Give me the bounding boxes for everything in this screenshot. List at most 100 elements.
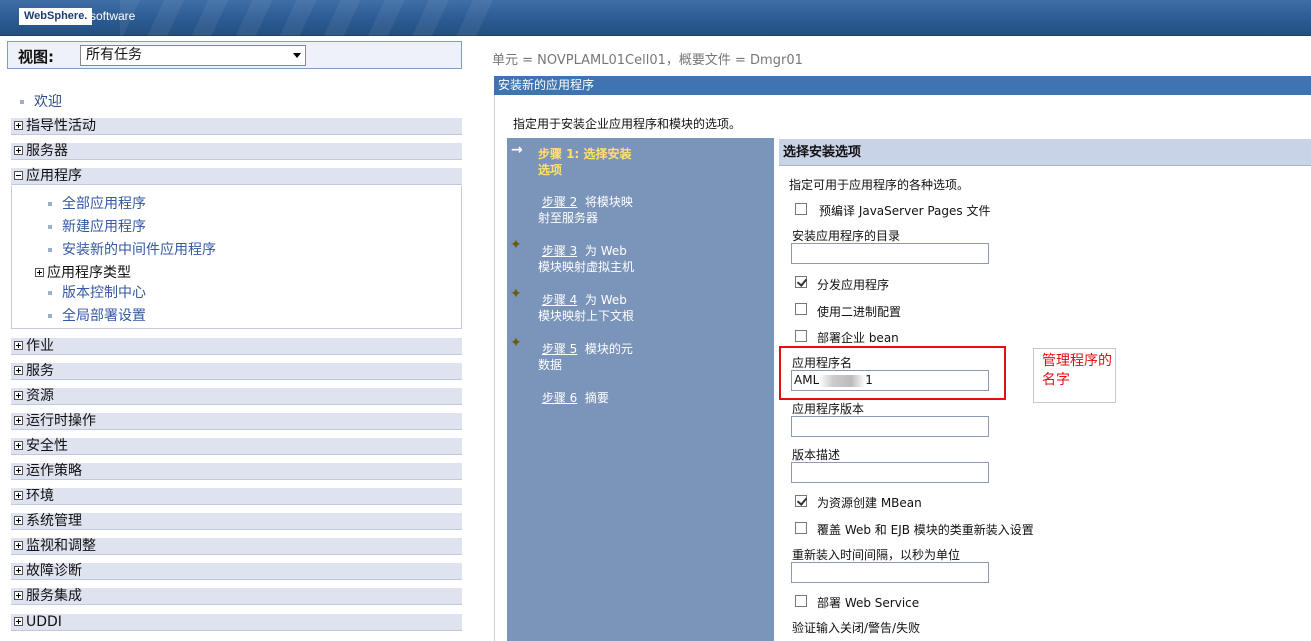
nav-label: 环境 — [26, 488, 54, 504]
deploy-ejb-checkbox[interactable] — [795, 330, 807, 342]
panel-title: 安装新的应用程序 — [494, 76, 1311, 95]
nav-welcome-label: 欢迎 — [34, 94, 62, 110]
step-1[interactable]: 步骤 1: 选择安装 选项 — [538, 146, 632, 178]
nav-item-servers[interactable]: 服务器 — [11, 143, 462, 160]
nav-item-resources[interactable]: 资源 — [11, 388, 462, 405]
step-4-link[interactable]: 步骤 4 — [542, 293, 577, 307]
annotation-callout: 管理程序的名字 — [1033, 348, 1116, 403]
step-6-link[interactable]: 步骤 6 — [542, 391, 577, 405]
binary-config-checkbox[interactable] — [795, 303, 807, 315]
expand-icon — [35, 267, 44, 277]
expand-icon — [14, 440, 23, 450]
create-mbean-label: 为资源创建 MBean — [817, 496, 922, 510]
logo-subtitle: software — [90, 9, 136, 23]
version-desc-label: 版本描述 — [792, 448, 841, 462]
nav-item-troubleshooting[interactable]: 故障诊断 — [11, 563, 462, 580]
websphere-logo: WebSphere. — [19, 8, 93, 25]
reload-interval-label: 重新装入时间间隔，以秒为单位 — [792, 548, 961, 562]
nav-label: 运行时操作 — [26, 413, 96, 429]
nav-item-jobs[interactable]: 作业 — [11, 338, 462, 355]
step-3-link[interactable]: 步骤 3 — [542, 244, 577, 258]
override-reload-label: 覆盖 Web 和 EJB 模块的类重新装入设置 — [817, 523, 1034, 537]
form-description: 指定可用于应用程序的各种选项。 — [789, 178, 970, 192]
nav-item-security[interactable]: 安全性 — [11, 438, 462, 455]
nav-label: 应用程序 — [26, 168, 82, 184]
nav-label: 资源 — [26, 388, 54, 404]
bullet-icon — [48, 225, 52, 229]
nav-item-operational-policies[interactable]: 运作策略 — [11, 463, 462, 480]
override-reload-checkbox[interactable] — [795, 522, 807, 534]
nav-welcome-link[interactable]: 欢迎 — [20, 91, 62, 111]
view-label: 视图: — [18, 48, 54, 66]
nav-item-applications[interactable]: 应用程序 — [11, 168, 462, 185]
app-version-label: 应用程序版本 — [792, 402, 865, 416]
nav-label: 服务 — [26, 363, 54, 379]
view-selector-bar: 视图: 所有任务 — [7, 41, 462, 69]
banner-decoration — [120, 0, 500, 36]
step-4[interactable]: 步骤 4 为 Web 模块映射上下文根 — [538, 292, 634, 324]
nav-label: 系统管理 — [26, 513, 82, 529]
expand-icon — [14, 490, 23, 500]
nav-label: 服务器 — [26, 143, 68, 159]
nav-label: 故障诊断 — [26, 563, 82, 579]
nav-global-deploy-settings[interactable]: 全局部署设置 — [48, 305, 146, 325]
step-2[interactable]: 步骤 2 将模块映 射至服务器 — [538, 194, 633, 226]
expand-icon — [14, 515, 23, 525]
form-heading: 选择安装选项 — [779, 139, 1311, 166]
step-5-link[interactable]: 步骤 5 — [542, 342, 577, 356]
nav-new-application[interactable]: 新建应用程序 — [48, 216, 146, 236]
nav-item-service-integration[interactable]: 服务集成 — [11, 588, 462, 605]
collapse-icon — [14, 170, 23, 180]
install-dir-label: 安装应用程序的目录 — [792, 229, 901, 243]
nav-item-guided-activities[interactable]: 指导性活动 — [11, 118, 462, 135]
nav-label: UDDI — [26, 614, 62, 630]
expand-icon — [14, 390, 23, 400]
binary-config-label: 使用二进制配置 — [817, 305, 902, 319]
nav-install-middleware-app[interactable]: 安装新的中间件应用程序 — [48, 239, 216, 259]
nav-version-control-center[interactable]: 版本控制中心 — [48, 282, 146, 302]
nav-label: 指导性活动 — [26, 118, 96, 134]
expand-icon — [14, 340, 23, 350]
nav-label: 监视和调整 — [26, 538, 96, 554]
nav-item-environment[interactable]: 环境 — [11, 488, 462, 505]
nav-item-runtime-operations[interactable]: 运行时操作 — [11, 413, 462, 430]
bullet-icon — [20, 100, 24, 104]
view-select-value: 所有任务 — [86, 47, 142, 63]
step-incomplete-icon: ✦ — [510, 335, 522, 351]
view-select[interactable]: 所有任务 — [80, 45, 306, 66]
deploy-webservice-checkbox[interactable] — [795, 595, 807, 607]
expand-icon — [14, 120, 23, 130]
precompile-jsp-checkbox[interactable] — [795, 203, 807, 215]
distribute-app-checkbox[interactable] — [795, 276, 807, 288]
expand-icon — [14, 365, 23, 375]
reload-interval-input[interactable] — [791, 562, 989, 583]
deploy-ejb-label: 部署企业 bean — [817, 331, 899, 345]
nav-item-system-admin[interactable]: 系统管理 — [11, 513, 462, 530]
deploy-webservice-label: 部署 Web Service — [817, 596, 920, 610]
nav-all-applications[interactable]: 全部应用程序 — [48, 193, 146, 213]
current-step-arrow-icon: → — [511, 142, 523, 158]
create-mbean-checkbox[interactable] — [795, 495, 807, 507]
install-dir-input[interactable] — [791, 243, 989, 264]
step-3[interactable]: 步骤 3 为 Web 模块映射虚拟主机 — [538, 243, 634, 275]
panel-intro: 指定用于安装企业应用程序和模块的选项。 — [513, 117, 742, 131]
expand-icon — [14, 616, 23, 626]
nav-item-monitoring[interactable]: 监视和调整 — [11, 538, 462, 555]
step-2-link[interactable]: 步骤 2 — [542, 195, 577, 209]
precompile-jsp-label: 预编译 JavaServer Pages 文件 — [819, 204, 991, 218]
version-desc-input[interactable] — [791, 462, 989, 483]
bullet-icon — [48, 202, 52, 206]
nav-label: 服务集成 — [26, 588, 82, 604]
nav-application-types[interactable]: 应用程序类型 — [32, 262, 131, 282]
expand-icon — [14, 145, 23, 155]
nav-item-uddi[interactable]: UDDI — [11, 614, 462, 631]
app-version-input[interactable] — [791, 416, 989, 437]
bullet-icon — [48, 248, 52, 252]
step-incomplete-icon: ✦ — [510, 237, 522, 253]
nav-label: 运作策略 — [26, 463, 82, 479]
chevron-down-icon — [293, 53, 301, 58]
step-5[interactable]: 步骤 5 模块的元 数据 — [538, 341, 633, 373]
nav-label: 安全性 — [26, 438, 68, 454]
nav-item-services[interactable]: 服务 — [11, 363, 462, 380]
step-6[interactable]: 步骤 6 摘要 — [538, 390, 609, 406]
